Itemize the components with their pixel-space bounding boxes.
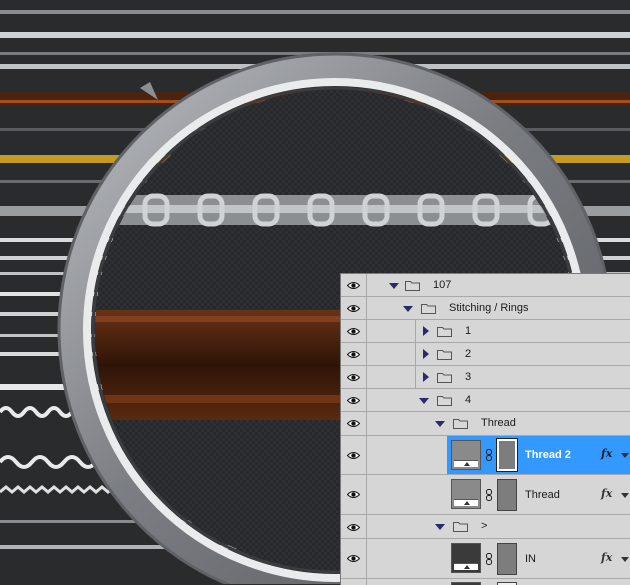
layer-thumbnail[interactable] xyxy=(451,543,481,573)
disclosure-triangle-icon[interactable] xyxy=(389,283,399,289)
disclosure-triangle-icon[interactable] xyxy=(419,398,429,404)
folder-icon xyxy=(437,373,452,383)
layer-mask-thumbnail[interactable] xyxy=(497,543,517,575)
layer-in[interactable]: IN fx xyxy=(341,539,630,579)
chain-link-icon[interactable] xyxy=(486,449,492,461)
layer-group-2[interactable]: 2 xyxy=(341,343,630,366)
chevron-down-icon[interactable] xyxy=(621,493,629,498)
fx-icon[interactable]: fx xyxy=(601,447,612,460)
layer-label: 2 xyxy=(465,348,472,360)
layer-label: 107 xyxy=(433,279,452,291)
layer-thread[interactable]: Thread fx xyxy=(341,475,630,515)
layer-label: IN xyxy=(525,553,536,565)
layer-label: Thread 2 xyxy=(525,449,571,461)
layer-partial[interactable] xyxy=(341,579,630,585)
folder-icon xyxy=(453,419,468,429)
layers-panel: 107 Stitching / Rings 1 2 3 4 Thread Thr… xyxy=(340,273,630,585)
eye-icon[interactable] xyxy=(347,396,360,405)
folder-icon xyxy=(437,327,452,337)
layer-group-stitching-rings[interactable]: Stitching / Rings xyxy=(341,297,630,320)
folder-icon xyxy=(421,304,436,314)
chain-link-icon[interactable] xyxy=(486,489,492,501)
disclosure-triangle-icon[interactable] xyxy=(435,421,445,427)
eye-icon[interactable] xyxy=(347,304,360,313)
layer-group-107[interactable]: 107 xyxy=(341,274,630,297)
eye-icon[interactable] xyxy=(347,327,360,336)
eye-icon[interactable] xyxy=(347,373,360,382)
layer-label: 4 xyxy=(465,394,472,406)
layer-group-arrow[interactable]: > xyxy=(341,515,630,539)
layer-label: Thread xyxy=(525,489,560,501)
chain-link-icon[interactable] xyxy=(486,553,492,565)
folder-icon xyxy=(437,350,452,360)
layer-thumbnail[interactable] xyxy=(451,440,481,470)
layer-thread-2[interactable]: Thread 2 fx xyxy=(341,436,630,475)
layer-group-1[interactable]: 1 xyxy=(341,320,630,343)
eye-icon[interactable] xyxy=(347,490,360,499)
layer-group-thread[interactable]: Thread xyxy=(341,412,630,436)
disclosure-triangle-icon[interactable] xyxy=(435,524,445,530)
eye-icon[interactable] xyxy=(347,419,360,428)
disclosure-triangle-icon[interactable] xyxy=(423,372,429,382)
layer-label: > xyxy=(481,520,488,532)
chevron-down-icon[interactable] xyxy=(621,453,629,458)
layer-mask-thumbnail[interactable] xyxy=(496,438,518,472)
layer-group-4[interactable]: 4 xyxy=(341,389,630,412)
eye-icon[interactable] xyxy=(347,554,360,563)
disclosure-triangle-icon[interactable] xyxy=(423,326,429,336)
layer-label: 1 xyxy=(465,325,472,337)
disclosure-triangle-icon[interactable] xyxy=(423,349,429,359)
fx-icon[interactable]: fx xyxy=(601,551,612,564)
folder-icon xyxy=(405,281,420,291)
folder-icon xyxy=(437,396,452,406)
eye-icon[interactable] xyxy=(347,350,360,359)
disclosure-triangle-icon[interactable] xyxy=(403,306,413,312)
layer-label: Stitching / Rings xyxy=(449,302,529,314)
layer-label: Thread xyxy=(481,417,516,429)
eye-icon[interactable] xyxy=(347,451,360,460)
eye-icon[interactable] xyxy=(347,523,360,532)
layer-label: 3 xyxy=(465,371,472,383)
layer-mask-thumbnail[interactable] xyxy=(497,479,517,511)
fx-icon[interactable]: fx xyxy=(601,487,612,500)
layer-group-3[interactable]: 3 xyxy=(341,366,630,389)
layer-thumbnail[interactable] xyxy=(451,479,481,509)
chevron-down-icon[interactable] xyxy=(621,557,629,562)
folder-icon xyxy=(453,522,468,532)
eye-icon[interactable] xyxy=(347,281,360,290)
